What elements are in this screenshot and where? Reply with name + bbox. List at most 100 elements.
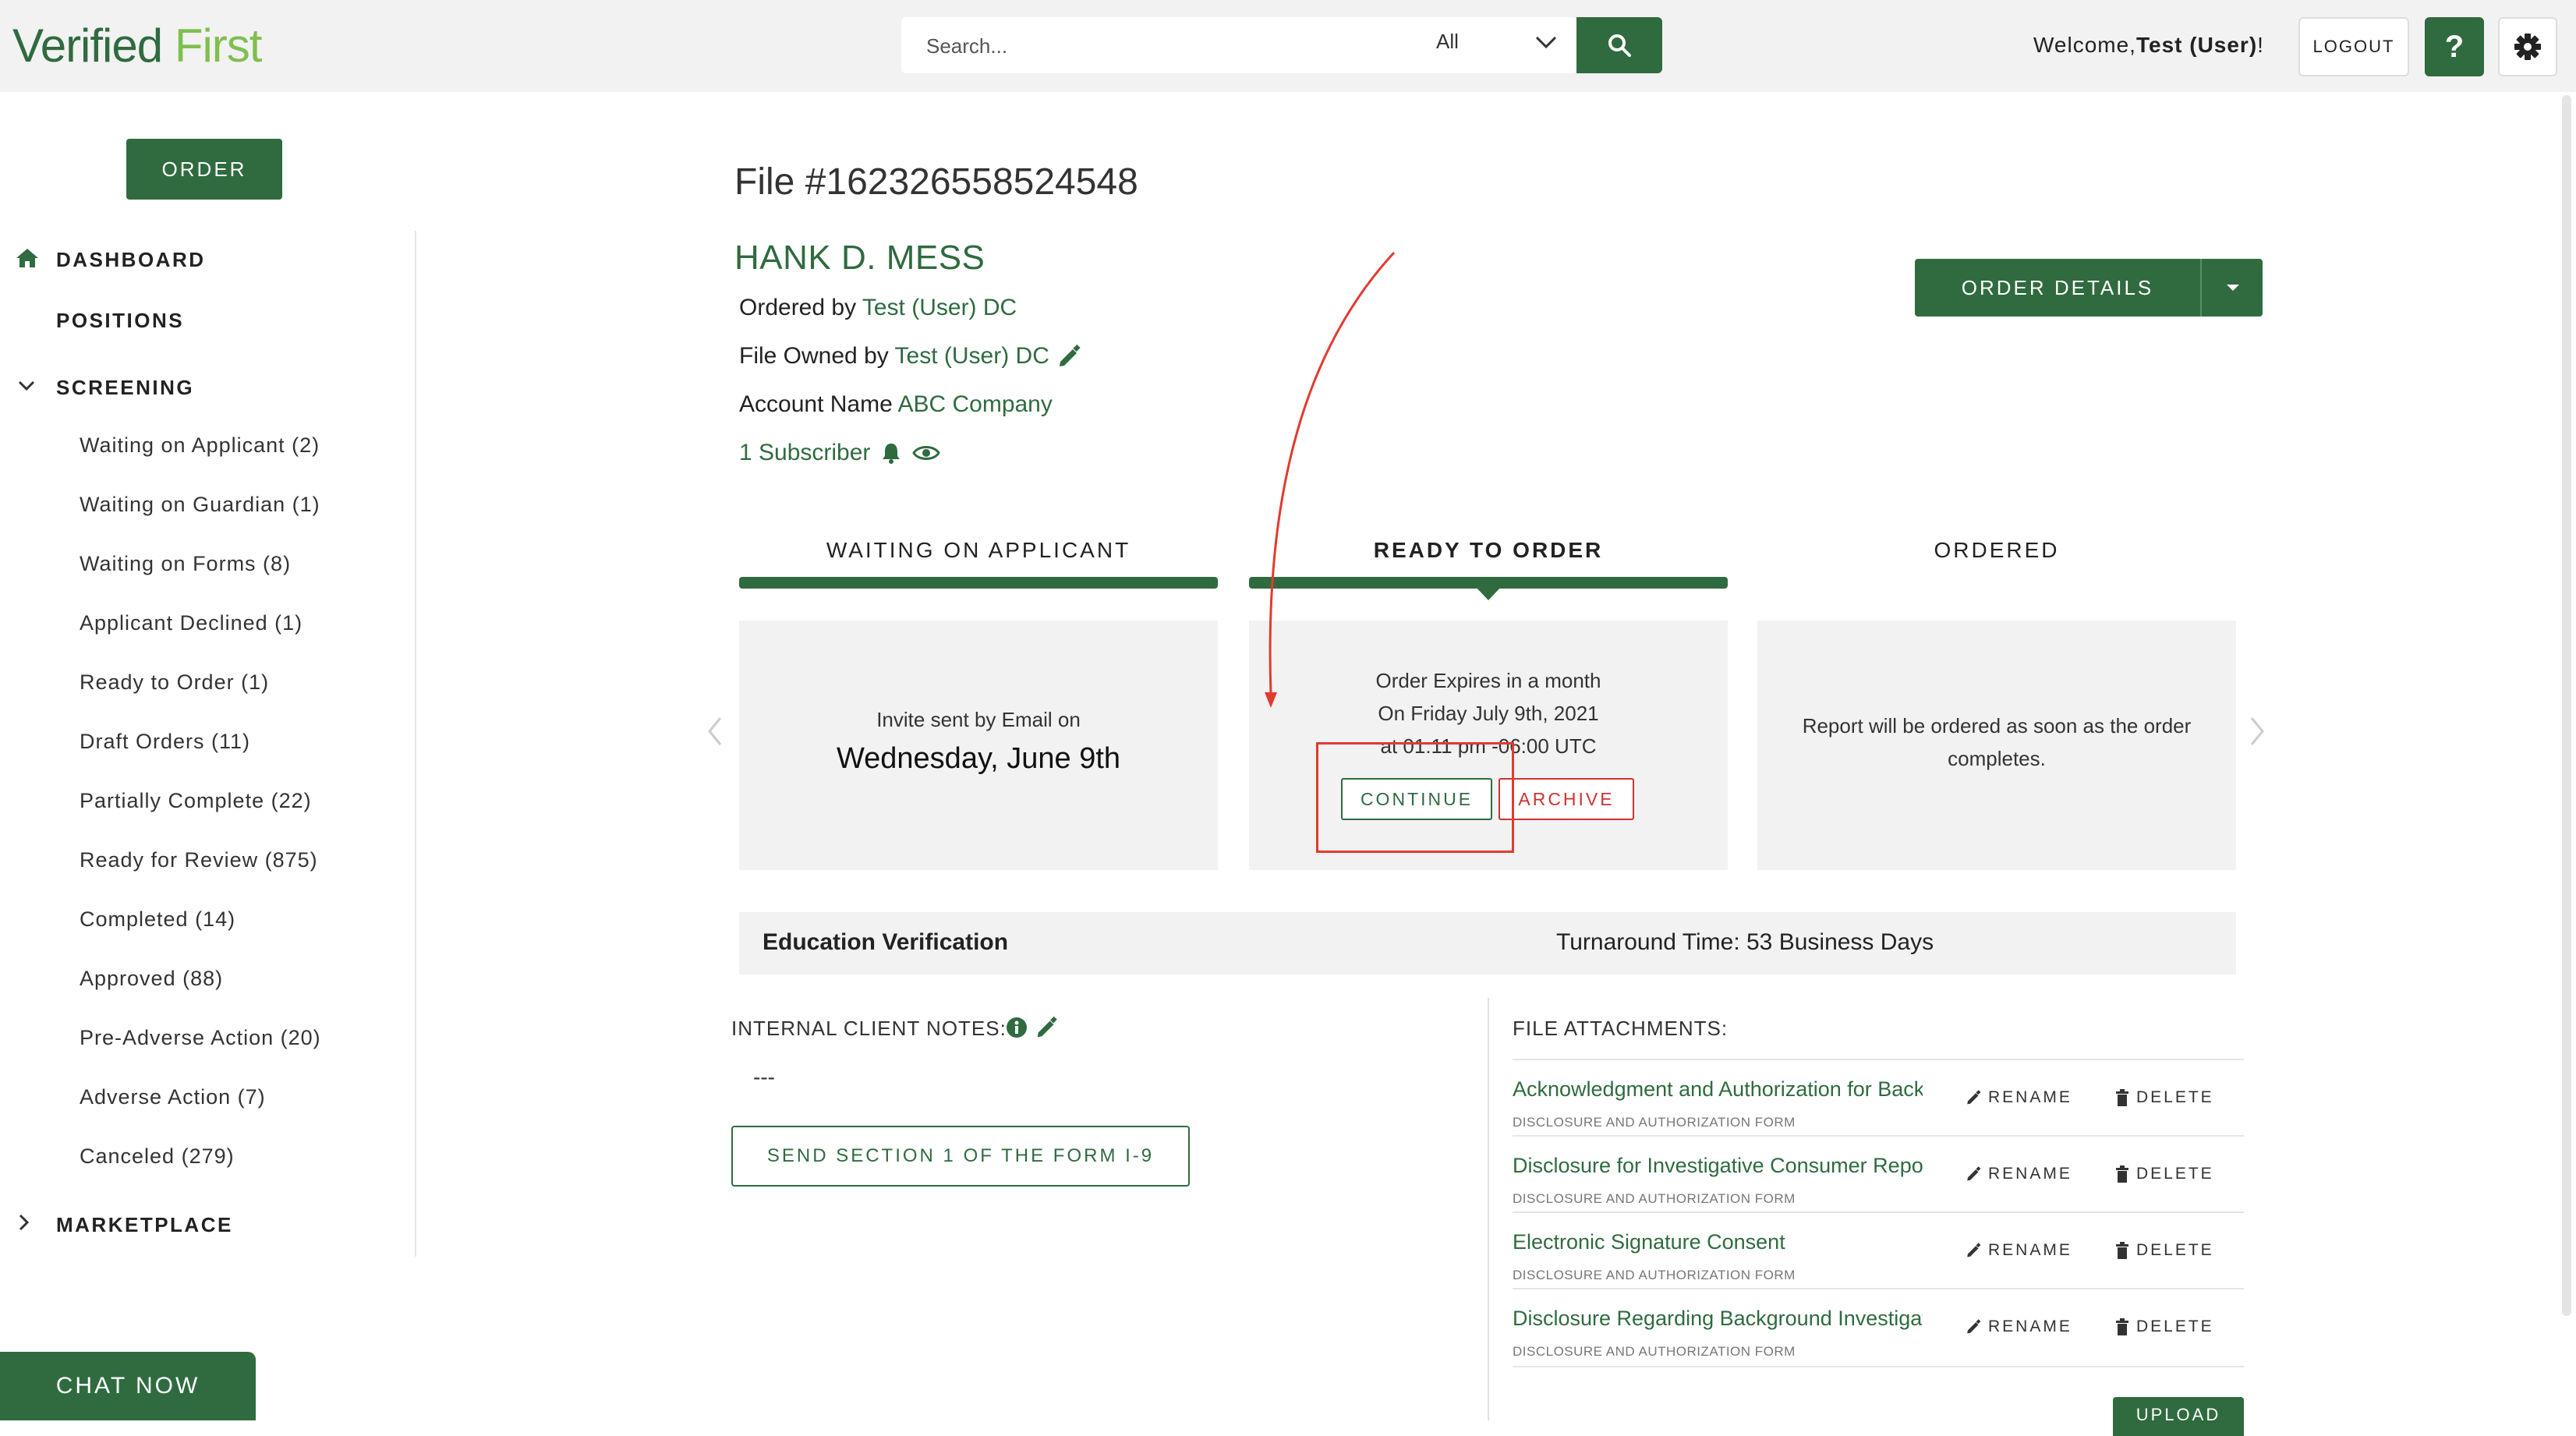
pencil-icon xyxy=(1967,1090,1981,1105)
sidebar-subitem[interactable]: Adverse Action (7) xyxy=(80,1085,266,1109)
pencil-icon[interactable] xyxy=(1056,343,1082,370)
delete-button[interactable]: DELETE xyxy=(2114,1241,2214,1260)
search-scope-select[interactable]: All xyxy=(1436,30,1459,54)
rename-label: RENAME xyxy=(1988,1088,2072,1106)
applicant-name[interactable]: HANK D. MESS xyxy=(734,239,985,278)
sidebar-subitem[interactable]: Waiting on Forms (8) xyxy=(80,552,291,576)
chevron-right-icon[interactable] xyxy=(2249,716,2266,747)
verified-first-logo[interactable]: Verified First xyxy=(12,19,263,73)
sidebar-subitem[interactable]: Pre-Adverse Action (20) xyxy=(80,1026,321,1050)
chevron-left-icon[interactable] xyxy=(706,716,724,747)
order-details-dropdown-toggle[interactable] xyxy=(2200,259,2264,317)
step-waiting-on-applicant: WAITING ON APPLICANT xyxy=(826,538,1131,562)
upload-button[interactable]: UPLOAD xyxy=(2113,1397,2244,1436)
sidebar-subitem[interactable]: Waiting on Guardian (1) xyxy=(80,493,320,517)
search-box xyxy=(901,17,1576,73)
ordered-info-line2: completes. xyxy=(1948,747,2046,770)
sidebar-subitem[interactable]: Applicant Declined (1) xyxy=(80,611,303,635)
sidebar-item-screening[interactable]: SCREENING xyxy=(56,376,194,400)
search-input[interactable] xyxy=(925,28,1474,64)
turnaround-time: Turnaround Time: 53 Business Days xyxy=(1556,929,1934,955)
attachment-type: DISCLOSURE AND AUTHORIZATION FORM xyxy=(1513,1191,1796,1206)
account-name-label: Account Name xyxy=(739,391,893,417)
archive-button[interactable]: ARCHIVE xyxy=(1499,778,1634,820)
trash-icon xyxy=(2116,1089,2128,1106)
logo-text-verified: Verified xyxy=(12,19,163,72)
order-details-button[interactable]: ORDER DETAILS xyxy=(1915,259,2263,317)
welcome-prefix: Welcome, xyxy=(2033,33,2136,57)
order-button[interactable]: ORDER xyxy=(126,139,282,200)
welcome-message: Welcome,Test (User)! xyxy=(2033,33,2264,58)
sidebar-subitem[interactable]: Ready to Order (1) xyxy=(80,670,269,695)
sidebar-subitem[interactable]: Canceled (279) xyxy=(80,1144,235,1169)
pencil-icon xyxy=(1967,1243,1981,1257)
attachment-link[interactable]: Acknowledgment and Authorization for Bac… xyxy=(1513,1077,1923,1102)
send-i9-button[interactable]: SEND SECTION 1 OF THE FORM I-9 xyxy=(731,1126,1190,1187)
delete-label: DELETE xyxy=(2136,1318,2214,1335)
ordered-by-label: Ordered by xyxy=(739,295,857,320)
subscriber-row: 1 Subscriber xyxy=(739,440,870,466)
info-icon[interactable] xyxy=(1006,1017,1028,1038)
sidebar-subitem[interactable]: Completed (14) xyxy=(80,907,235,932)
sidebar-subitem[interactable]: Waiting on Applicant (2) xyxy=(80,433,320,458)
rename-button[interactable]: RENAME xyxy=(1965,1088,2072,1107)
owned-by-link[interactable]: Test (User) DC xyxy=(895,343,1049,369)
logout-button[interactable]: LOGOUT xyxy=(2298,17,2409,76)
delete-label: DELETE xyxy=(2136,1165,2214,1183)
step-bar-waiting xyxy=(739,577,1218,589)
column-divider xyxy=(1488,998,1489,1420)
sidebar-subitem[interactable]: Ready for Review (875) xyxy=(80,848,318,872)
attachment-link[interactable]: Disclosure Regarding Background Investig… xyxy=(1513,1307,1923,1331)
rename-button[interactable]: RENAME xyxy=(1965,1318,2072,1336)
sidebar-item-positions[interactable]: POSITIONS xyxy=(56,309,184,333)
chevron-down-icon[interactable] xyxy=(1534,34,1558,54)
sidebar-divider xyxy=(415,231,416,1257)
logo-text-first: First xyxy=(174,19,263,72)
attachment-type: DISCLOSURE AND AUTHORIZATION FORM xyxy=(1513,1268,1796,1282)
order-details-label[interactable]: ORDER DETAILS xyxy=(1915,259,2200,317)
help-button[interactable]: ? xyxy=(2425,17,2484,76)
current-step-pointer xyxy=(1475,586,1502,600)
education-verification-bar[interactable]: Education Verification Turnaround Time: … xyxy=(739,912,2236,974)
account-name-row: Account Name ABC Company xyxy=(739,391,1053,418)
attachment-row: Disclosure for Investigative Consumer Re… xyxy=(1513,1135,2244,1213)
eye-icon[interactable] xyxy=(912,443,940,463)
ordered-info-line1: Report will be ordered as soon as the or… xyxy=(1802,714,2192,737)
search-button[interactable] xyxy=(1576,17,1662,73)
attachment-link[interactable]: Disclosure for Investigative Consumer Re… xyxy=(1513,1154,1923,1178)
sidebar-item-dashboard[interactable]: DASHBOARD xyxy=(56,248,206,272)
internal-notes-label: INTERNAL CLIENT NOTES: xyxy=(731,1017,1007,1040)
file-attachments-label: FILE ATTACHMENTS: xyxy=(1513,1017,1729,1040)
ordered-by-row: Ordered by Test (User) DC xyxy=(739,295,1017,321)
sidebar-item-marketplace[interactable]: MARKETPLACE xyxy=(56,1213,233,1237)
welcome-user: Test (User) xyxy=(2135,33,2258,57)
invite-sent-date: Wednesday, June 9th xyxy=(836,742,1121,775)
account-name-link[interactable]: ABC Company xyxy=(897,391,1052,417)
edit-notes-pencil-icon[interactable] xyxy=(1034,1015,1059,1040)
chat-now-button[interactable]: CHAT NOW xyxy=(0,1352,256,1420)
bell-icon[interactable] xyxy=(879,441,903,465)
trash-icon xyxy=(2116,1242,2128,1259)
ordered-by-link[interactable]: Test (User) DC xyxy=(862,295,1017,320)
gear-icon xyxy=(2514,34,2541,60)
settings-button[interactable] xyxy=(2498,17,2557,76)
help-icon: ? xyxy=(2444,29,2465,64)
rename-button[interactable]: RENAME xyxy=(1965,1241,2072,1260)
rename-button[interactable]: RENAME xyxy=(1965,1165,2072,1183)
annotation-arrow xyxy=(1265,251,1396,708)
sidebar-subitem[interactable]: Approved (88) xyxy=(80,967,223,991)
owned-by-label: File Owned by xyxy=(739,343,889,369)
delete-button[interactable]: DELETE xyxy=(2114,1088,2214,1107)
chevron-right-icon[interactable] xyxy=(17,1213,31,1232)
top-header: Verified First All Welcome,Test (User)! … xyxy=(0,0,2576,92)
sidebar-subitem[interactable]: Partially Complete (22) xyxy=(80,789,312,813)
delete-button[interactable]: DELETE xyxy=(2114,1318,2214,1336)
delete-button[interactable]: DELETE xyxy=(2114,1165,2214,1183)
attachment-row: Acknowledgment and Authorization for Bac… xyxy=(1513,1059,2244,1137)
page-scrollbar[interactable] xyxy=(2562,95,2571,1316)
chevron-down-icon[interactable] xyxy=(17,379,36,393)
attachment-link[interactable]: Electronic Signature Consent xyxy=(1513,1230,1923,1254)
education-verification-title: Education Verification xyxy=(763,929,1009,955)
subscriber-link[interactable]: 1 Subscriber xyxy=(739,440,870,465)
sidebar-subitem[interactable]: Draft Orders (11) xyxy=(80,730,250,754)
